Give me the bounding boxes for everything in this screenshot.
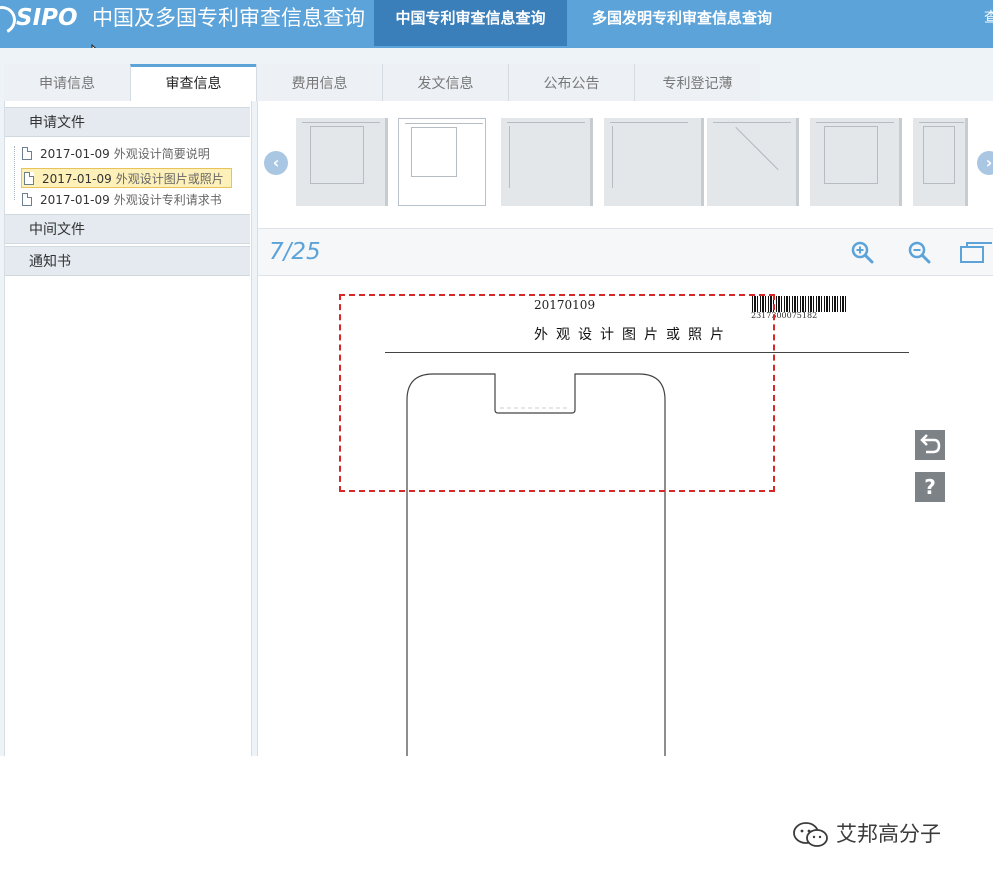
help-button[interactable]: ?: [915, 472, 945, 502]
doc-date: 2017-01-09: [40, 193, 110, 207]
doc-date: 2017-01-09: [40, 147, 110, 161]
watermark-text: 艾邦高分子: [836, 822, 941, 846]
thumbnail-page[interactable]: [810, 118, 902, 206]
list-item-doc-design-images[interactable]: 2017-01-09 外观设计图片或照片: [21, 168, 232, 188]
tab-fee-info[interactable]: 费用信息: [256, 64, 382, 101]
doc-name: 外观设计图片或照片: [115, 172, 224, 186]
page-counter: 7/25: [269, 239, 321, 265]
tab-publication-notice[interactable]: 公布公告: [508, 64, 634, 101]
undo-icon: [920, 434, 941, 454]
thumbnail-page[interactable]: [707, 118, 799, 206]
thumbnail-page[interactable]: [501, 118, 593, 206]
tab-patent-register[interactable]: 专利登记薄: [634, 64, 760, 101]
thumbnail-page[interactable]: [913, 118, 968, 206]
document-icon: [22, 193, 32, 206]
doc-name: 外观设计专利请求书: [113, 193, 222, 207]
group-notices[interactable]: 通知书: [5, 246, 250, 276]
thumbnail-page[interactable]: [296, 118, 388, 206]
group-intermediate-documents[interactable]: 中间文件: [5, 214, 250, 244]
list-item-doc-brief-description[interactable]: 2017-01-09 外观设计简要说明: [20, 144, 210, 164]
wechat-icon: [792, 821, 830, 849]
thumbnail-page-current[interactable]: [398, 118, 486, 206]
annotation-highlight-box: [339, 294, 775, 492]
site-title: 中国及多国专利审查信息查询: [92, 6, 365, 30]
tab-dispatch-info[interactable]: 发文信息: [382, 64, 508, 101]
watermark: 艾邦高分子: [792, 818, 941, 850]
nav-overflow-item[interactable]: 查: [984, 0, 993, 36]
top-header: SIPO 中国及多国专利审查信息查询 中国专利审查信息查询 多国发明专利审查信息…: [0, 0, 993, 48]
list-item-doc-request-form[interactable]: 2017-01-09 外观设计专利请求书: [20, 190, 222, 210]
tab-application-info[interactable]: 申请信息: [4, 64, 130, 101]
document-icon: [24, 172, 34, 185]
group-application-documents[interactable]: 申请文件: [5, 107, 250, 137]
main-tabs: 申请信息 审查信息 费用信息 发文信息 公布公告 专利登记薄: [4, 64, 760, 101]
sipo-logo[interactable]: SIPO: [16, 4, 78, 32]
doc-name: 外观设计简要说明: [113, 147, 210, 161]
document-icon: [22, 147, 32, 160]
help-icon: ?: [924, 475, 936, 499]
tab-examination-info[interactable]: 审查信息: [130, 64, 256, 101]
undo-button[interactable]: [915, 430, 945, 460]
zoom-out-icon[interactable]: [907, 240, 931, 264]
tree-connector: [14, 146, 15, 200]
nav-tab-multinational-patent[interactable]: 多国发明专利审查信息查询: [567, 0, 797, 46]
fit-window-icon[interactable]: [959, 240, 993, 264]
zoom-in-icon[interactable]: [850, 240, 874, 264]
thumbnail-prev-button[interactable]: ‹: [264, 151, 288, 175]
thumbnail-strip: [296, 118, 968, 206]
thumbnail-page[interactable]: [604, 118, 704, 206]
page-toolbar: [258, 228, 993, 276]
nav-tab-china-patent[interactable]: 中国专利审查信息查询: [374, 0, 567, 46]
doc-date: 2017-01-09: [42, 172, 112, 186]
